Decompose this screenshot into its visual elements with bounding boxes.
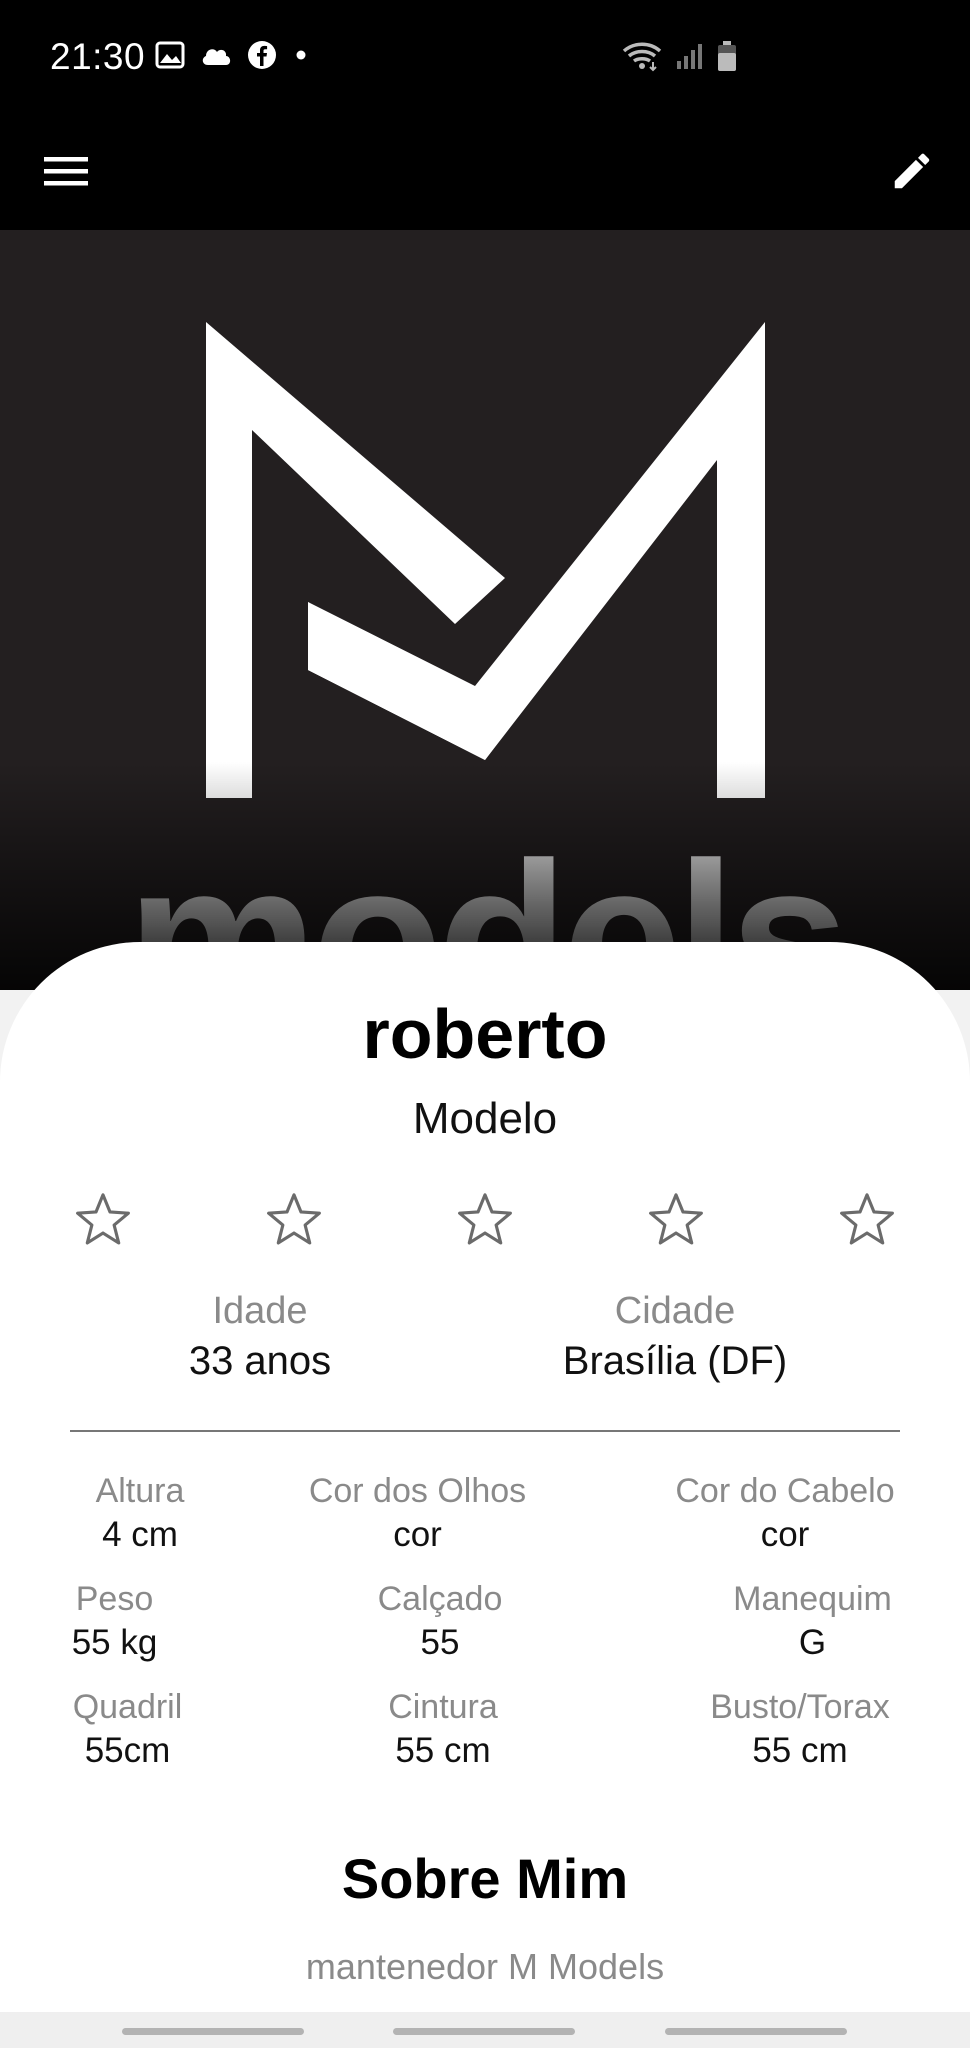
pencil-icon: [889, 148, 935, 199]
bust-label: Busto/Torax: [710, 1688, 890, 1726]
waist-value: 55 cm: [395, 1731, 491, 1770]
waist-label: Cintura: [388, 1688, 498, 1726]
nav-recents-button[interactable]: [122, 2028, 304, 2035]
hero-shade: [0, 230, 970, 990]
battery-icon: [716, 40, 738, 77]
nav-back-button[interactable]: [665, 2028, 847, 2035]
rating-stars: [58, 1176, 912, 1266]
city-block: Cidade Brasília (DF): [520, 1290, 830, 1384]
hair-color-block: Cor do Cabelo cor: [660, 1472, 910, 1555]
star-outline-icon: [265, 1191, 323, 1252]
height-label: Altura: [95, 1472, 185, 1510]
hip-value: 55cm: [84, 1731, 171, 1770]
height-block: Altura 4 cm: [70, 1472, 210, 1555]
wifi-icon: [622, 40, 662, 77]
status-time: 21:30: [50, 36, 146, 77]
rating-star-3[interactable]: [440, 1176, 530, 1266]
eye-color-value: cor: [393, 1515, 442, 1554]
about-title: Sobre Mim: [341, 1847, 629, 1910]
hip-label: Quadril: [72, 1688, 183, 1726]
star-outline-icon: [647, 1191, 705, 1252]
eye-color-block: Cor dos Olhos cor: [290, 1472, 545, 1555]
status-bar: 21:30: [0, 0, 970, 115]
rating-star-2[interactable]: [249, 1176, 339, 1266]
city-value: Brasília (DF): [562, 1339, 788, 1383]
rating-star-5[interactable]: [822, 1176, 912, 1266]
weight-value: 55 kg: [71, 1623, 158, 1662]
hamburger-menu-icon: [44, 155, 88, 192]
weight-label: Peso: [75, 1580, 154, 1618]
hip-block: Quadril 55cm: [60, 1688, 195, 1771]
hair-color-value: cor: [760, 1515, 810, 1554]
status-icons-right: [622, 40, 738, 77]
star-outline-icon: [456, 1191, 514, 1252]
profile-role: Modelo: [412, 1094, 558, 1143]
rating-star-1[interactable]: [58, 1176, 148, 1266]
waist-block: Cintura 55 cm: [343, 1688, 543, 1771]
system-nav-bar: [0, 2012, 970, 2048]
hair-color-label: Cor do Cabelo: [675, 1472, 895, 1510]
profile-card: roberto Modelo Idade 33 anos Cidade Bras…: [0, 942, 970, 2012]
shoe-size-label: Calçado: [377, 1580, 503, 1618]
age-block: Idade 33 anos: [130, 1290, 390, 1384]
height-value: 4 cm: [102, 1515, 178, 1554]
cover-image: models: [0, 230, 970, 990]
facebook-icon: [247, 40, 277, 75]
dress-size-value: G: [798, 1623, 827, 1662]
image-icon: [155, 41, 185, 74]
shoe-size-block: Calçado 55: [340, 1580, 540, 1663]
app-bar: [0, 115, 970, 230]
bust-block: Busto/Torax 55 cm: [690, 1688, 910, 1771]
dress-size-label: Manequim: [733, 1580, 892, 1618]
status-icons-left: [155, 40, 311, 75]
profile-name: roberto: [362, 995, 608, 1073]
cloud-icon: [199, 43, 233, 72]
rating-star-4[interactable]: [631, 1176, 721, 1266]
edit-profile-button[interactable]: [876, 137, 948, 209]
menu-button[interactable]: [30, 137, 102, 209]
age-value: 33 anos: [188, 1339, 332, 1383]
weight-block: Peso 55 kg: [62, 1580, 167, 1663]
eye-color-label: Cor dos Olhos: [308, 1472, 527, 1510]
about-text: mantenedor M Models: [305, 1946, 665, 1987]
dress-size-block: Manequim G: [715, 1580, 910, 1663]
dot-icon: [291, 40, 311, 75]
shoe-size-value: 55: [420, 1623, 460, 1662]
nav-home-button[interactable]: [393, 2028, 575, 2035]
age-label: Idade: [212, 1290, 308, 1332]
signal-icon: [674, 41, 704, 76]
city-label: Cidade: [614, 1290, 736, 1332]
star-outline-icon: [838, 1191, 896, 1252]
star-outline-icon: [74, 1191, 132, 1252]
bust-value: 55 cm: [752, 1731, 848, 1770]
divider: [70, 1430, 900, 1432]
